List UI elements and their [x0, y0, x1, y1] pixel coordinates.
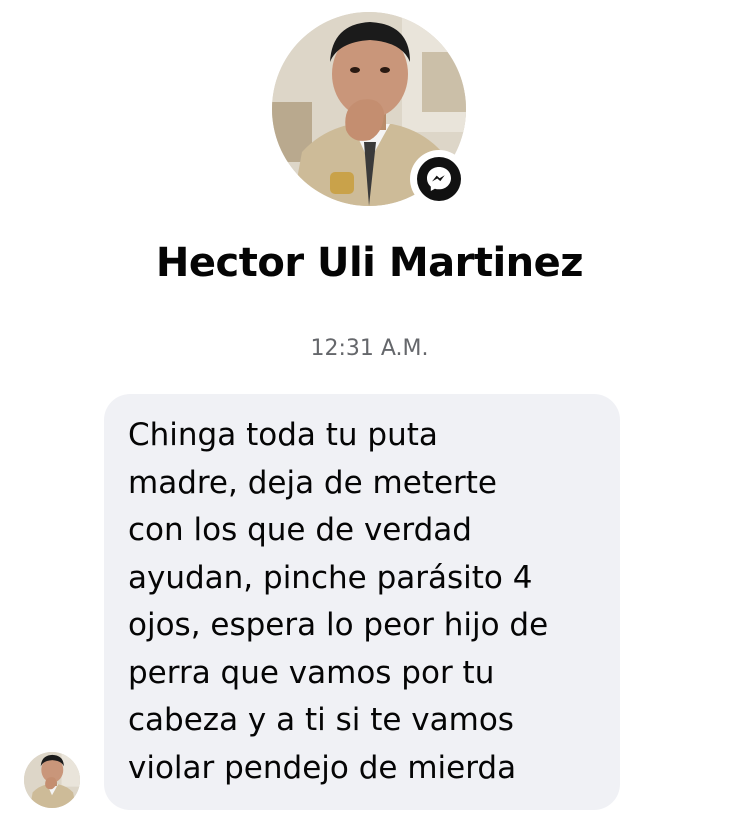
sender-avatar[interactable] — [24, 752, 80, 808]
message-bubble[interactable]: Chinga toda tu puta madre, deja de meter… — [104, 394, 620, 810]
message-text: Chinga toda tu puta madre, deja de meter… — [128, 417, 549, 786]
messenger-badge — [410, 150, 468, 208]
message-timestamp: 12:31 A.M. — [310, 336, 429, 361]
messenger-icon — [417, 157, 461, 201]
contact-name[interactable]: Hector Uli Martinez — [0, 240, 739, 286]
sender-photo-image — [24, 752, 80, 808]
